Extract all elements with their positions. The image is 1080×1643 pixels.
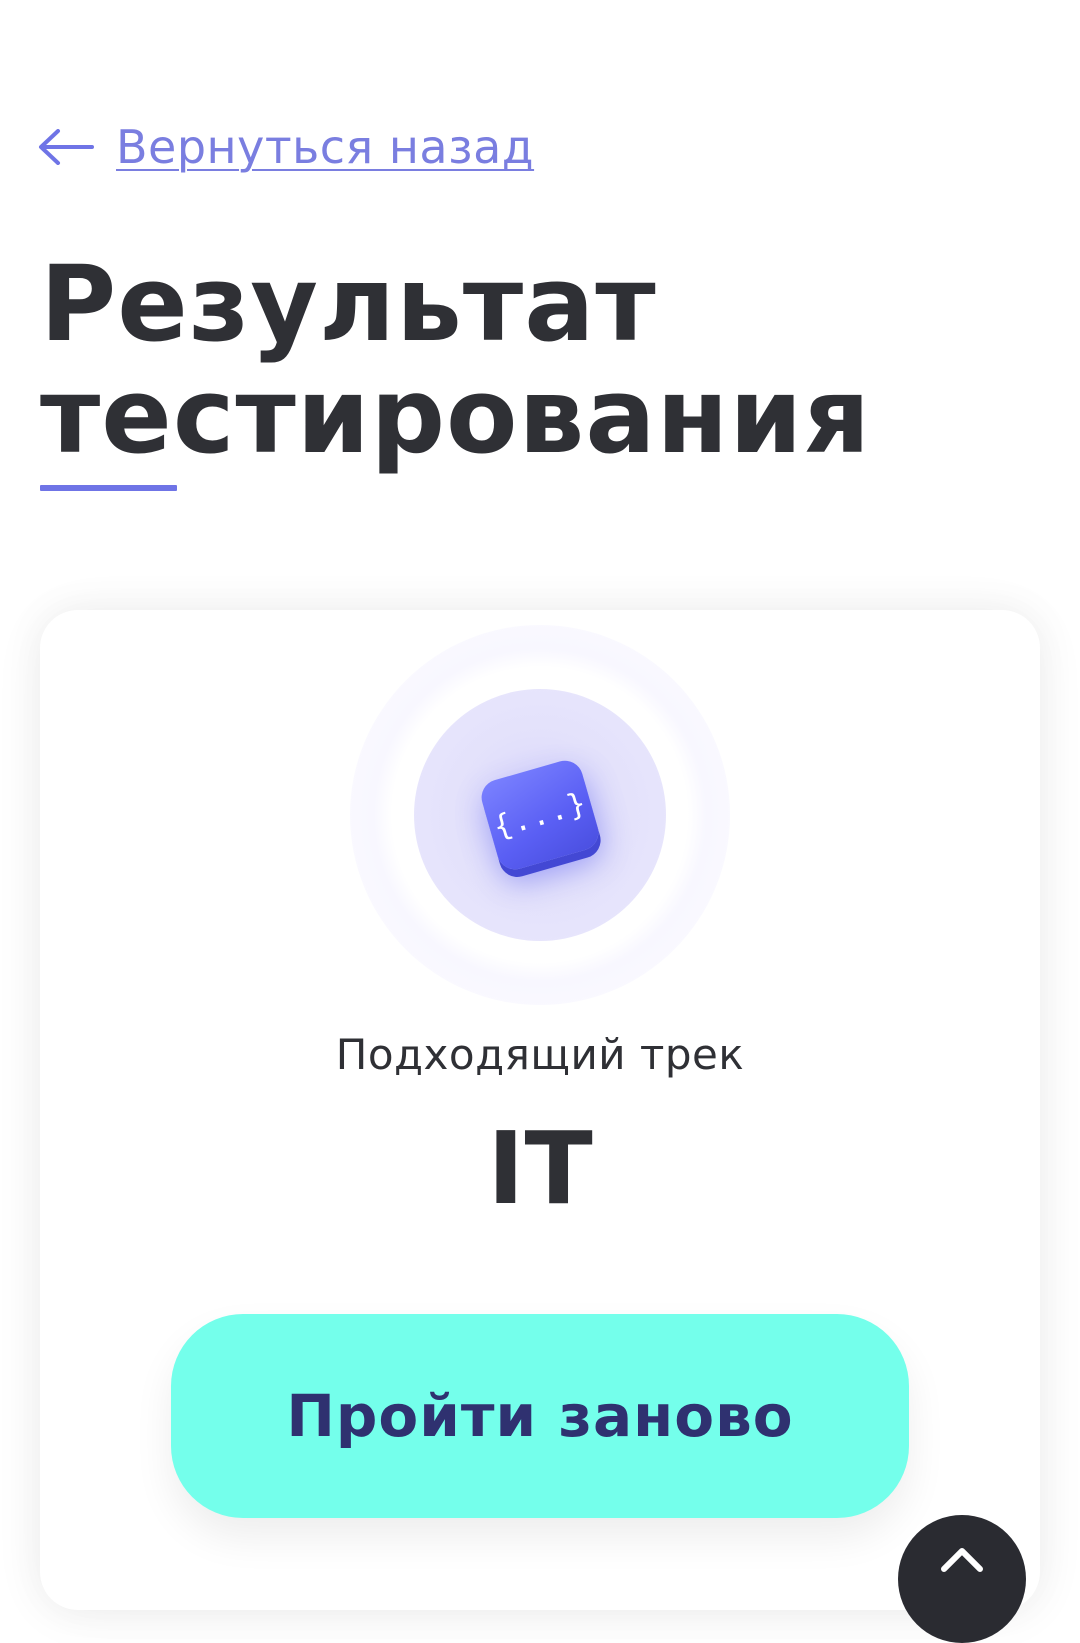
back-link[interactable]: Вернуться назад bbox=[38, 120, 534, 174]
chevron-up-icon bbox=[941, 1548, 983, 1572]
page-title: Результат тестирования bbox=[40, 248, 871, 472]
arrow-left-icon bbox=[39, 129, 94, 165]
code-braces-glyph: {...} bbox=[489, 785, 591, 845]
page-title-line2: тестирования bbox=[40, 355, 871, 477]
retry-button[interactable]: Пройти заново bbox=[171, 1314, 909, 1518]
track-caption: Подходящий трек bbox=[335, 1030, 745, 1079]
scroll-top-button[interactable] bbox=[898, 1515, 1026, 1643]
title-accent-underline bbox=[40, 485, 177, 491]
back-link-label: Вернуться назад bbox=[116, 120, 535, 174]
result-card: {...} Подходящий трек IT Пройти заново bbox=[40, 610, 1040, 1610]
track-value: IT bbox=[487, 1110, 593, 1227]
page-title-line1: Результат bbox=[40, 243, 657, 365]
